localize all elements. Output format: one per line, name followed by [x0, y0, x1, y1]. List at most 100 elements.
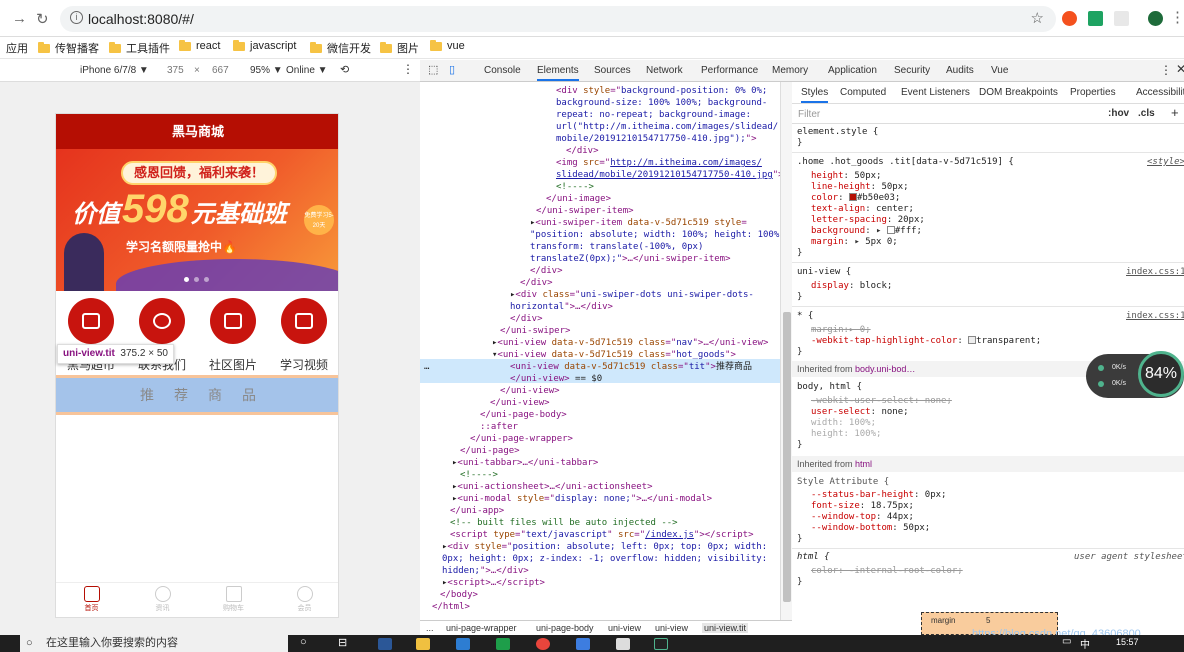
dom-line[interactable]: </div>: [530, 265, 563, 277]
bookmark-folder[interactable]: javascript: [233, 39, 296, 52]
contact-icon[interactable]: [139, 298, 185, 344]
dom-line[interactable]: </uni-page-wrapper>: [470, 433, 573, 445]
reload-icon[interactable]: ↻: [36, 10, 49, 28]
url-text[interactable]: localhost:8080/#/: [88, 11, 194, 27]
hov-toggle[interactable]: :hov: [1108, 108, 1129, 119]
dom-line[interactable]: transform: translate(-100%, 0px): [530, 241, 703, 253]
close-icon[interactable]: ✕: [1176, 62, 1184, 76]
network-speed-widget[interactable]: 0K/s 0K/s 84%: [1086, 351, 1184, 398]
cortana-icon[interactable]: ○: [300, 636, 307, 648]
dom-line[interactable]: </div>: [520, 277, 553, 289]
dom-line[interactable]: <!---->: [460, 469, 498, 481]
style-decl[interactable]: --window-top: 44px;: [811, 512, 914, 523]
tab-dom-breakpoints[interactable]: DOM Breakpoints: [979, 87, 1058, 98]
tab-accessibility[interactable]: Accessibility: [1136, 87, 1184, 98]
cls-toggle[interactable]: .cls: [1138, 108, 1155, 119]
typora-icon[interactable]: [616, 638, 630, 650]
color-swatch[interactable]: [848, 193, 857, 201]
chrome-icon[interactable]: [536, 638, 550, 650]
clock[interactable]: 15:57: [1116, 637, 1139, 647]
dom-line[interactable]: </uni-page-body>: [480, 409, 567, 421]
dom-line[interactable]: 0px; height: 0px; z-index: -1; overflow:…: [442, 553, 767, 565]
dom-line[interactable]: </uni-page>: [460, 445, 520, 457]
swiper-banner[interactable]: 感恩回馈，福利来袭！ 价值 598 元基础班 免费学习5-20天 学习名额限量抢…: [56, 149, 338, 291]
device-toggle-icon[interactable]: ▯: [449, 63, 455, 76]
breadcrumb-item-active[interactable]: uni-view.tit: [702, 623, 749, 633]
dom-line[interactable]: ▸<uni-modal style="display: none;">…</un…: [452, 493, 712, 505]
dom-line[interactable]: ▸<uni-swiper-item data-v-5d71c519 style=: [530, 217, 747, 229]
dom-line[interactable]: <script type="text/javascript" src="/ind…: [450, 529, 754, 541]
style-decl[interactable]: margin: ▸ 5px 0;: [811, 237, 898, 248]
device-select[interactable]: iPhone 6/7/8 ▼: [80, 65, 149, 76]
rotate-icon[interactable]: ⟲: [340, 63, 349, 76]
vue-devtools-icon[interactable]: [1088, 11, 1103, 26]
tab-computed[interactable]: Computed: [840, 87, 886, 98]
style-source[interactable]: index.css:1: [1126, 311, 1184, 322]
dom-line[interactable]: </div>: [566, 145, 599, 157]
style-decl[interactable]: user-select: none;: [811, 407, 909, 418]
style-decl[interactable]: --status-bar-height: 0px;: [811, 490, 946, 501]
dom-line[interactable]: <!-- built files will be auto injected -…: [450, 517, 678, 529]
dom-line[interactable]: </body>: [440, 589, 478, 601]
info-icon[interactable]: i: [70, 11, 83, 24]
taskbar-search-input[interactable]: ○ 在这里输入你要搜索的内容: [20, 635, 288, 652]
breadcrumb-item[interactable]: ...: [426, 623, 434, 633]
swiper-dot[interactable]: [204, 277, 209, 282]
style-selector[interactable]: Style Attribute {: [797, 477, 889, 488]
nav-label-videos[interactable]: 学习视频: [269, 356, 338, 373]
style-source[interactable]: <style>: [1147, 157, 1184, 168]
style-decl[interactable]: letter-spacing: 20px;: [811, 215, 925, 226]
bookmark-star-icon[interactable]: ☆: [1031, 9, 1044, 27]
style-decl[interactable]: -webkit-user-select: none;: [811, 396, 952, 407]
dom-line[interactable]: ▸<uni-actionsheet>…</uni-actionsheet>: [452, 481, 653, 493]
style-source[interactable]: index.css:1: [1126, 267, 1184, 278]
bookmark-folder[interactable]: vue: [430, 39, 465, 52]
breadcrumb-item[interactable]: uni-view: [655, 623, 688, 633]
tab-audits[interactable]: Audits: [946, 65, 974, 76]
bookmark-apps[interactable]: 应用: [6, 40, 28, 56]
dom-line[interactable]: url("http://m.itheima.com/images/slidead…: [556, 121, 778, 133]
address-bar[interactable]: i localhost:8080/#/ ☆: [60, 6, 1056, 32]
app-icon[interactable]: [576, 638, 590, 650]
swiper-dot[interactable]: [194, 277, 199, 282]
windows-start-icon[interactable]: [0, 635, 20, 652]
dom-line[interactable]: translateZ(0px);">…</uni-swiper-item>: [530, 253, 731, 265]
extension-icon[interactable]: [1114, 11, 1129, 26]
task-view-icon[interactable]: ⊟: [338, 636, 347, 649]
swiper-dot[interactable]: [184, 277, 189, 282]
bookmark-folder[interactable]: 工具插件: [109, 40, 170, 56]
style-decl[interactable]: background: ▸ #fff;: [811, 226, 922, 237]
tab-sources[interactable]: Sources: [594, 65, 631, 76]
devtools-menu-icon[interactable]: ⋮: [1160, 63, 1172, 77]
video-icon[interactable]: [281, 298, 327, 344]
avatar[interactable]: [1148, 11, 1163, 26]
style-decl[interactable]: --window-bottom: 50px;: [811, 523, 930, 534]
code-editor-icon[interactable]: [654, 638, 668, 650]
tab-news[interactable]: 资讯: [127, 583, 198, 617]
bookmark-folder[interactable]: 传智播客: [38, 40, 99, 56]
dom-line[interactable]: </uni-view>: [500, 385, 560, 397]
tab-console[interactable]: Console: [484, 65, 521, 76]
picture-icon[interactable]: [210, 298, 256, 344]
style-decl[interactable]: height: 100%;: [811, 429, 881, 440]
breadcrumb-item[interactable]: uni-page-body: [536, 623, 594, 633]
elements-scrollbar[interactable]: [780, 82, 792, 620]
filter-input[interactable]: Filter: [798, 109, 820, 120]
style-decl[interactable]: width: 100%;: [811, 418, 876, 429]
forward-icon[interactable]: →: [12, 10, 27, 27]
add-rule-button[interactable]: +: [1171, 105, 1179, 120]
zoom-select[interactable]: 95% ▼: [250, 65, 283, 76]
system-tray-icon[interactable]: ▭: [1062, 636, 1071, 647]
dom-line[interactable]: </uni-swiper-item>: [536, 205, 634, 217]
dom-line[interactable]: horizontal">…</div>: [510, 301, 613, 313]
tab-vue[interactable]: Vue: [991, 65, 1008, 76]
tab-home[interactable]: 首页: [56, 583, 127, 617]
dom-line[interactable]: </uni-image>: [546, 193, 611, 205]
device-width-input[interactable]: 375: [167, 65, 184, 76]
style-decl[interactable]: color: -internal-root-color;: [811, 566, 963, 577]
dom-line[interactable]: ▸<div class="uni-swiper-dots uni-swiper-…: [510, 289, 754, 301]
bookmark-folder[interactable]: react: [179, 39, 220, 52]
dom-line[interactable]: </uni-view>: [490, 397, 550, 409]
supermarket-icon[interactable]: [68, 298, 114, 344]
style-selector[interactable]: uni-view {: [797, 267, 851, 278]
